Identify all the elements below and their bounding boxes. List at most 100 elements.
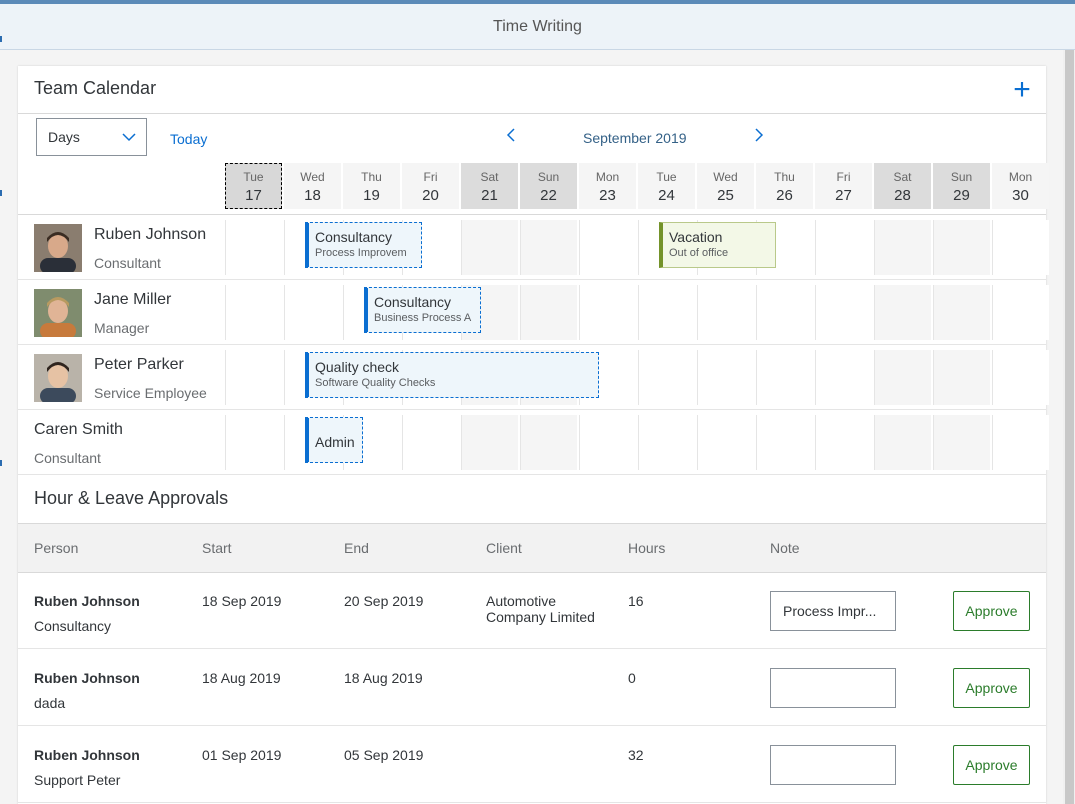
calendar-cell[interactable]	[815, 415, 872, 470]
day-header-20[interactable]: Fri 20	[402, 163, 459, 209]
day-header-25[interactable]: Wed 25	[697, 163, 754, 209]
start-date: 01 Sep 2019	[202, 747, 282, 763]
approve-button[interactable]: Approve	[953, 591, 1030, 631]
calendar-cell[interactable]	[579, 220, 636, 275]
calendar-cell[interactable]	[815, 285, 872, 340]
calendar-cell[interactable]	[579, 415, 636, 470]
end-date: 18 Aug 2019	[344, 670, 423, 686]
appointment[interactable]: Quality check Software Quality Checks	[305, 352, 599, 398]
day-number: 19	[363, 187, 380, 204]
hours-value: 16	[628, 593, 644, 609]
person-role: Consultant	[34, 450, 101, 466]
day-header-19[interactable]: Thu 19	[343, 163, 400, 209]
start-date: 18 Aug 2019	[202, 670, 281, 686]
calendar-cell[interactable]	[874, 285, 931, 340]
calendar-cell[interactable]	[756, 350, 813, 405]
day-number: 29	[953, 187, 970, 204]
day-header-29[interactable]: Sun 29	[933, 163, 990, 209]
calendar-cell[interactable]	[638, 285, 695, 340]
start-date: 18 Sep 2019	[202, 593, 282, 609]
day-number: 25	[717, 187, 734, 204]
month-picker-button[interactable]: September 2019	[583, 130, 687, 146]
day-header-22[interactable]: Sun 22	[520, 163, 577, 209]
day-header-23[interactable]: Mon 23	[579, 163, 636, 209]
calendar-cell[interactable]	[815, 220, 872, 275]
calendar-cell[interactable]	[520, 285, 577, 340]
column-header-start: Start	[202, 540, 232, 556]
table-row: Ruben Johnson dada 18 Aug 2019 18 Aug 2019 0…	[18, 649, 1046, 726]
chevron-left-icon[interactable]	[506, 128, 516, 146]
table-row: Ruben Johnson Consultancy 18 Sep 2019 20 Se…	[18, 572, 1046, 649]
appointment[interactable]: Consultancy Process Improvem	[305, 222, 422, 268]
edge-marker	[0, 190, 2, 196]
calendar-cell[interactable]	[284, 285, 341, 340]
note-input[interactable]	[770, 591, 896, 631]
approve-button[interactable]: Approve	[953, 668, 1030, 708]
calendar-cell[interactable]	[697, 350, 754, 405]
day-of-week: Mon	[595, 170, 620, 184]
calendar-cell[interactable]	[992, 285, 1049, 340]
calendar-cell[interactable]	[638, 415, 695, 470]
day-header-18[interactable]: Wed 18	[284, 163, 341, 209]
calendar-cell[interactable]	[225, 220, 282, 275]
calendar-cell[interactable]	[402, 415, 459, 470]
day-header-24[interactable]: Tue 24	[638, 163, 695, 209]
calendar-cell[interactable]	[933, 415, 990, 470]
appointment[interactable]: Admin	[305, 417, 363, 463]
task-name: dada	[34, 695, 66, 711]
calendar-cell[interactable]	[992, 220, 1049, 275]
calendar-cell[interactable]	[225, 415, 282, 470]
calendar-cell[interactable]	[756, 285, 813, 340]
note-input[interactable]	[770, 745, 896, 785]
day-header-30[interactable]: Mon 30	[992, 163, 1049, 209]
day-number: 22	[540, 187, 557, 204]
calendar-cell[interactable]	[874, 220, 931, 275]
day-header-21[interactable]: Sat 21	[461, 163, 518, 209]
appointment[interactable]: Consultancy Business Process A	[364, 287, 481, 333]
calendar-cell[interactable]	[933, 285, 990, 340]
appointment[interactable]: Vacation Out of office	[659, 222, 776, 268]
calendar-cell[interactable]	[933, 350, 990, 405]
calendar-cell[interactable]	[520, 415, 577, 470]
calendar-cell[interactable]	[874, 415, 931, 470]
calendar-row: Ruben Johnson Consultant Consultancy Proces…	[18, 216, 1049, 280]
calendar-cell[interactable]	[756, 415, 813, 470]
calendar-cell[interactable]	[225, 285, 282, 340]
approve-button[interactable]: Approve	[953, 745, 1030, 785]
day-of-week: Thu	[361, 170, 382, 184]
note-input[interactable]	[770, 668, 896, 708]
appointment-subtitle: Process Improvem	[315, 247, 407, 259]
calendar-cell[interactable]	[992, 415, 1049, 470]
chevron-right-icon[interactable]	[754, 128, 764, 146]
calendar-row: Caren Smith Consultant Admin	[18, 411, 1049, 475]
client-name-line-2: Company Limited	[486, 609, 595, 625]
calendar-cell[interactable]	[874, 350, 931, 405]
calendar-cell[interactable]	[638, 350, 695, 405]
day-of-week: Tue	[656, 170, 677, 184]
day-header-27[interactable]: Fri 27	[815, 163, 872, 209]
calendar-cell[interactable]	[933, 220, 990, 275]
person-name: Caren Smith	[34, 421, 123, 438]
day-of-week: Fri	[836, 170, 851, 184]
calendar-cell[interactable]	[461, 415, 518, 470]
calendar-cell[interactable]	[697, 415, 754, 470]
calendar-cell[interactable]	[520, 220, 577, 275]
today-button[interactable]: Today	[170, 131, 207, 147]
calendar-cell[interactable]	[461, 220, 518, 275]
approvals-title: Hour & Leave Approvals	[34, 488, 229, 508]
calendar-cell[interactable]	[697, 285, 754, 340]
day-header-17[interactable]: Tue 17	[225, 163, 282, 209]
calendar-cell[interactable]	[992, 350, 1049, 405]
view-select[interactable]: Days	[36, 118, 147, 156]
day-header-26[interactable]: Thu 26	[756, 163, 813, 209]
calendar-cell[interactable]	[815, 350, 872, 405]
column-header-note: Note	[770, 540, 800, 556]
scrollbar-thumb[interactable]	[1065, 50, 1074, 804]
add-appointment-button[interactable]: +	[1008, 75, 1036, 105]
avatar	[34, 289, 82, 337]
edge-marker	[0, 36, 2, 42]
calendar-row: Peter Parker Service Employee Quality chec…	[18, 346, 1049, 410]
calendar-cell[interactable]	[225, 350, 282, 405]
day-header-28[interactable]: Sat 28	[874, 163, 931, 209]
calendar-cell[interactable]	[579, 285, 636, 340]
